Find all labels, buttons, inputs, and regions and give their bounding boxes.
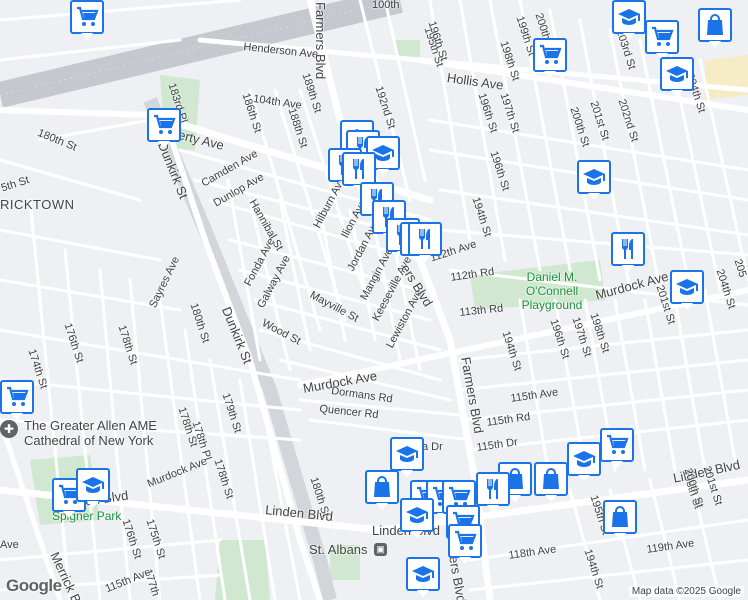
school-pin[interactable] <box>567 442 601 482</box>
restaurant-pin[interactable] <box>408 222 442 262</box>
school-pin[interactable] <box>76 468 110 508</box>
shopping-cart-icon <box>75 5 99 29</box>
school-pin[interactable] <box>406 557 440 597</box>
google-logo: Google <box>6 576 62 595</box>
graduation-cap-icon <box>411 562 435 586</box>
shopping-pin[interactable] <box>603 500 637 540</box>
graduation-cap-icon <box>405 503 429 527</box>
park-label: Daniel M. O'Connell Playground <box>521 270 583 312</box>
grocery-pin[interactable] <box>147 108 181 148</box>
shopping-bag-icon <box>370 475 394 499</box>
shopping-pin[interactable] <box>534 462 568 502</box>
grocery-pin[interactable] <box>645 20 679 60</box>
church-label: The Greater Allen AME Cathedral of New Y… <box>24 418 157 448</box>
fork-knife-icon <box>413 227 437 251</box>
street-label: a Dr <box>422 441 443 453</box>
street-label: Farmers Blvd <box>313 2 328 80</box>
graduation-cap-icon <box>395 442 419 466</box>
station-label: St. Albans <box>309 542 368 557</box>
restaurant-pin[interactable] <box>342 152 376 192</box>
shopping-cart-icon <box>5 385 29 409</box>
neighborhood-label: RICKTOWN <box>0 197 75 212</box>
fork-knife-icon <box>347 157 371 181</box>
grocery-pin[interactable] <box>448 524 482 564</box>
fork-knife-icon <box>616 237 640 261</box>
school-pin[interactable] <box>577 160 611 200</box>
map-attribution[interactable]: Map data ©2025 Google <box>628 586 744 597</box>
shopping-cart-icon <box>453 529 477 553</box>
shopping-pin[interactable] <box>365 470 399 510</box>
shopping-cart-icon <box>650 25 674 49</box>
restaurant-pin[interactable] <box>611 232 645 272</box>
shopping-pin[interactable] <box>698 8 732 48</box>
graduation-cap-icon <box>617 5 641 29</box>
school-pin[interactable] <box>660 57 694 97</box>
graduation-cap-icon <box>675 275 699 299</box>
street-label: 100th <box>372 0 400 11</box>
grocery-pin[interactable] <box>533 38 567 78</box>
fork-knife-icon <box>481 477 505 501</box>
shopping-bag-icon <box>608 505 632 529</box>
street-label: Ave <box>0 539 19 551</box>
graduation-cap-icon <box>582 165 606 189</box>
train-station-icon: ▣ <box>374 543 387 556</box>
restaurant-pin[interactable] <box>476 472 510 512</box>
shopping-bag-icon <box>703 13 727 37</box>
church-icon: ✚ <box>0 420 18 438</box>
graduation-cap-icon <box>665 62 689 86</box>
school-pin[interactable] <box>400 498 434 538</box>
graduation-cap-icon <box>81 473 105 497</box>
school-pin[interactable] <box>612 0 646 40</box>
shopping-cart-icon <box>538 43 562 67</box>
shopping-cart-icon <box>605 433 629 457</box>
grocery-pin[interactable] <box>600 428 634 468</box>
shopping-bag-icon <box>539 467 563 491</box>
school-pin[interactable] <box>390 437 424 477</box>
graduation-cap-icon <box>572 447 596 471</box>
school-pin[interactable] <box>670 270 704 310</box>
shopping-cart-icon <box>152 113 176 137</box>
map-canvas[interactable]: ✚ ▣ 100th Henderson Ave Hollis Ave 104th… <box>0 0 748 600</box>
grocery-pin[interactable] <box>0 380 34 420</box>
grocery-pin[interactable] <box>70 0 104 40</box>
